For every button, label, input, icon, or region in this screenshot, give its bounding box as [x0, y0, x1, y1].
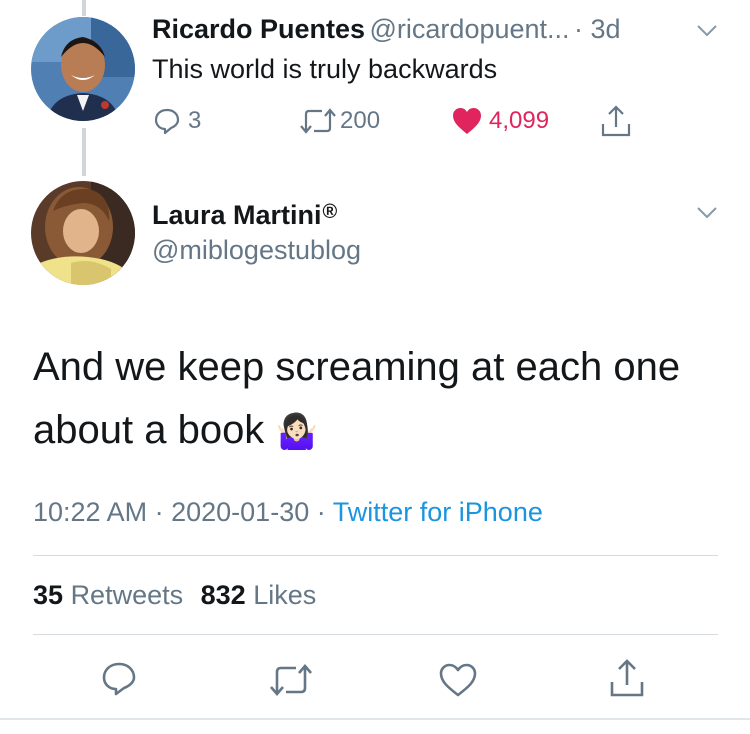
tweet-text-line-2-words: about a book	[33, 408, 265, 452]
reply-icon	[154, 108, 180, 135]
like-label: Likes	[253, 580, 317, 610]
tweet-source-link[interactable]: Twitter for iPhone	[333, 497, 543, 527]
tweet-text-line-2: about a book 🤷🏻‍♀️	[33, 399, 680, 464]
divider-stats-top	[33, 555, 718, 556]
avatar-ricardo[interactable]	[31, 17, 135, 121]
retweet-icon[interactable]	[268, 662, 314, 698]
retweets-stat[interactable]: 35 Retweets	[33, 580, 191, 610]
retweet-label: Retweets	[70, 580, 184, 610]
bottom-divider	[0, 718, 750, 720]
thread-line-top	[82, 0, 86, 16]
tweet-chevron-down-icon[interactable]	[696, 206, 718, 220]
heart-filled-icon	[453, 108, 481, 134]
retweet-count: 35	[33, 580, 64, 610]
parent-retweet-button[interactable]: 200	[298, 106, 380, 136]
parent-share-icon[interactable]	[600, 104, 632, 138]
thread-line-middle	[82, 128, 86, 176]
divider-stats-bottom	[33, 634, 718, 635]
parent-reply-count: 3	[188, 107, 202, 134]
parent-tweet-text: This world is truly backwards	[152, 54, 498, 84]
retweet-icon	[300, 108, 336, 134]
shrug-emoji-icon: 🤷🏻‍♀️	[275, 413, 318, 451]
parent-like-button[interactable]: 4,099	[451, 106, 549, 136]
parent-reply-button[interactable]: 3	[152, 106, 201, 136]
avatar-laura[interactable]	[31, 181, 135, 285]
tweet-time: 10:22 AM	[33, 497, 148, 527]
parent-tweet-header: Ricardo Puentes @ricardopuent... · 3d	[152, 14, 621, 45]
reply-icon[interactable]	[100, 660, 138, 698]
parent-author-name[interactable]: Ricardo Puentes	[152, 14, 365, 44]
heart-icon[interactable]	[438, 662, 478, 698]
like-count: 832	[200, 580, 246, 610]
tweet-author-name-row[interactable]: Laura Martini®	[152, 200, 337, 231]
tweet-author-handle[interactable]: @miblogestublog	[152, 235, 361, 266]
likes-stat[interactable]: 832 Likes	[201, 580, 317, 610]
tweet-stats: 35 Retweets 832 Likes	[33, 580, 316, 611]
verified-mark: ®	[322, 201, 338, 223]
share-icon[interactable]	[608, 658, 646, 698]
tweet-meta: 10:22 AM · 2020-01-30 · Twitter for iPho…	[33, 497, 543, 528]
meta-separator-1: ·	[154, 497, 164, 527]
parent-retweet-count: 200	[340, 107, 381, 134]
tweet-author-name: Laura Martini	[152, 200, 322, 230]
parent-author-handle[interactable]: @ricardopuent...	[370, 14, 570, 44]
tweet-date: 2020-01-30	[171, 497, 310, 527]
parent-tweet-time: · 3d	[573, 14, 621, 44]
tweet-text: And we keep screaming at each one about …	[33, 336, 680, 464]
parent-like-count: 4,099	[489, 107, 550, 134]
parent-chevron-down-icon[interactable]	[696, 24, 718, 38]
meta-separator-2: ·	[316, 497, 326, 527]
tweet-text-line-1: And we keep screaming at each one	[33, 345, 681, 389]
